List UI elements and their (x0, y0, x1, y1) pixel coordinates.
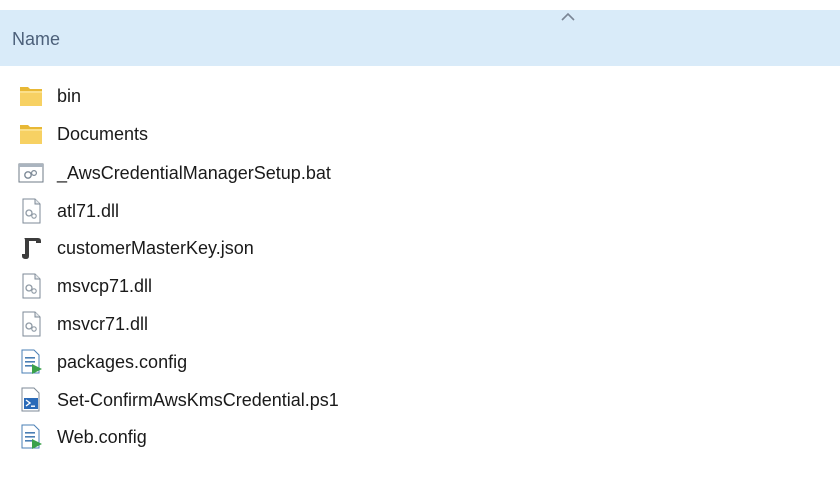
config-file-icon (21, 349, 42, 374)
config-file-icon (21, 424, 42, 449)
dll-file-icon (22, 311, 41, 337)
file-row-documents[interactable]: Documents (0, 116, 840, 152)
file-row-web-config[interactable]: Web.config (0, 419, 840, 455)
file-name: customerMasterKey.json (57, 238, 254, 258)
file-row-bin[interactable]: bin (0, 78, 840, 114)
file-name: Set-ConfirmAwsKmsCredential.ps1 (57, 390, 339, 410)
file-name: _AwsCredentialManagerSetup.bat (57, 163, 331, 183)
file-row-msvcr71-dll[interactable]: msvcr71.dll (0, 306, 840, 342)
file-name: atl71.dll (57, 201, 120, 221)
file-name: Web.config (57, 427, 147, 447)
batch-file-icon (18, 163, 44, 183)
folder-icon (20, 125, 42, 144)
file-name: packages.config (57, 352, 188, 372)
dll-file-icon (22, 273, 41, 299)
powershell-file-icon (21, 387, 40, 412)
file-name: Documents (57, 124, 149, 144)
file-name: msvcr71.dll (57, 314, 149, 334)
file-row-packages-config[interactable]: packages.config (0, 344, 840, 380)
file-row-msvcp71-dll[interactable]: msvcp71.dll (0, 268, 840, 304)
file-row-atl71-dll[interactable]: atl71.dll (0, 193, 840, 229)
file-name: bin (57, 86, 82, 106)
sort-ascending-icon (561, 12, 575, 21)
column-header-bar: Name (0, 10, 840, 66)
file-row-set-confirm-aws-kms-credential[interactable]: Set-ConfirmAwsKmsCredential.ps1 (0, 382, 840, 418)
column-header-name[interactable]: Name (12, 29, 60, 49)
file-name: msvcp71.dll (57, 276, 153, 296)
file-row-aws-credential-manager-setup[interactable]: _AwsCredentialManagerSetup.bat (0, 155, 840, 191)
json-file-icon (22, 238, 41, 259)
dll-file-icon (22, 198, 41, 224)
file-row-customer-master-key[interactable]: customerMasterKey.json (0, 230, 840, 266)
folder-icon (20, 87, 42, 106)
